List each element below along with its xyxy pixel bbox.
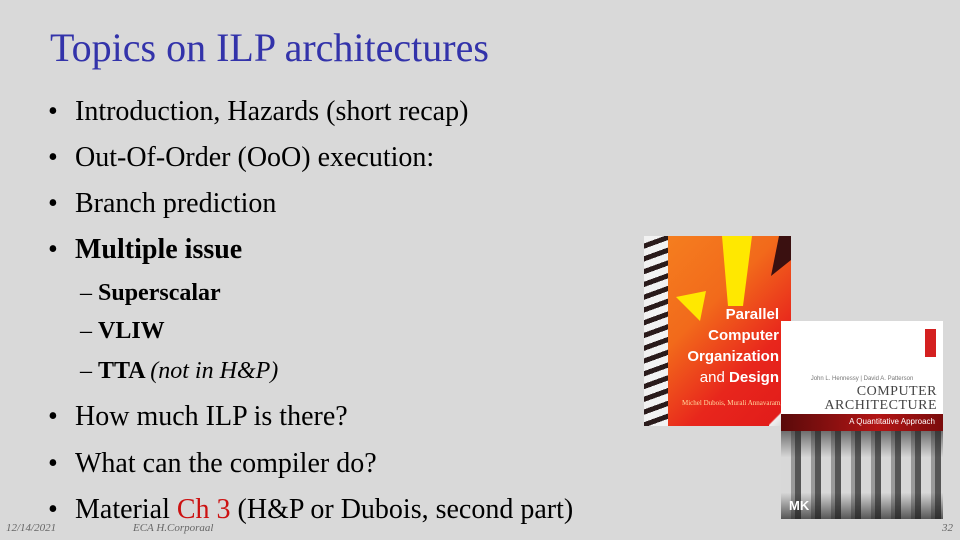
bullet-text: Material Ch 3 (H&P or Dubois, second par… [75,496,573,524]
bullet-glyph: • [48,188,58,219]
material-prefix: Material [75,494,177,525]
bullet-text: Multiple issue [75,234,243,265]
dash-glyph: – [80,358,92,384]
bullet-text: What can the compiler do? [75,448,377,479]
sub-bullet-text: Superscalar [98,280,221,306]
bullet-item: • Material Ch 3 (H&P or Dubois, second p… [48,496,573,524]
footer-date: 12/14/2021 [6,522,57,534]
bullet-glyph: • [48,494,58,525]
book-authors: John L. Hennessy | David A. Patterson [810,376,914,382]
bullet-item: • Branch prediction [48,190,276,218]
bullet-item: • Out-Of-Order (OoO) execution: [48,144,434,172]
book-subtitle: A Quantitative Approach [849,417,935,426]
sub-bullet-item: – Superscalar [80,281,221,305]
sub-bullet-item: – TTA (not in H&P) [80,359,278,383]
book-title-line: and Design [700,370,779,385]
book-title-line: Organization [687,348,779,365]
bullet-item: • Multiple issue [48,236,242,264]
bullet-glyph: • [48,401,58,432]
book-cover-dubois: Parallel Computer Organization and Desig… [644,236,791,426]
sub-bullet-note: (not in H&P) [150,358,279,384]
sub-bullet-text: VLIW [98,318,165,344]
book-cover-hennessy-patterson: John L. Hennessy | David A. Patterson CO… [781,321,943,519]
chapter-highlight: Ch 3 [176,494,231,525]
bullet-glyph: • [48,142,58,173]
material-suffix: (H&P or Dubois, second part) [230,494,574,525]
sub-bullet-item: – VLIW [80,319,165,343]
bullet-glyph: • [48,234,58,265]
cover-shape [722,236,752,306]
cover-shape [676,291,706,321]
book-title-line: Parallel [725,306,779,323]
book-title-bold: Design [728,369,779,386]
bullet-text: Introduction, Hazards (short recap) [75,96,469,127]
edition-badge [925,329,936,357]
bullet-item: • Introduction, Hazards (short recap) [48,98,468,126]
bullet-glyph: • [48,448,58,479]
dash-glyph: – [80,318,92,344]
bullet-text: Branch prediction [75,188,277,219]
bullet-text: Out-Of-Order (OoO) execution: [75,142,435,173]
sub-bullet-text: TTA [98,358,145,384]
book-title-light: and [699,369,729,386]
bullet-glyph: • [48,96,58,127]
dash-glyph: – [80,280,92,306]
slide-title: Topics on ILP architectures [50,25,489,70]
cover-shape [771,236,791,276]
bullet-item: • What can the compiler do? [48,450,377,478]
footer-author: ECA H.Corporaal [133,522,214,534]
book-title-line: Computer [708,327,779,344]
cover-stripes [644,236,668,426]
book-title-line: COMPUTER [856,384,937,399]
slide: Topics on ILP architectures • Introducti… [0,0,960,540]
bullet-text: How much ILP is there? [75,401,348,432]
bullet-item: • How much ILP is there? [48,403,348,431]
book-title-line: ARCHITECTURE [824,398,937,413]
publisher-logo: MK [789,498,810,513]
slide-number: 32 [942,522,953,534]
